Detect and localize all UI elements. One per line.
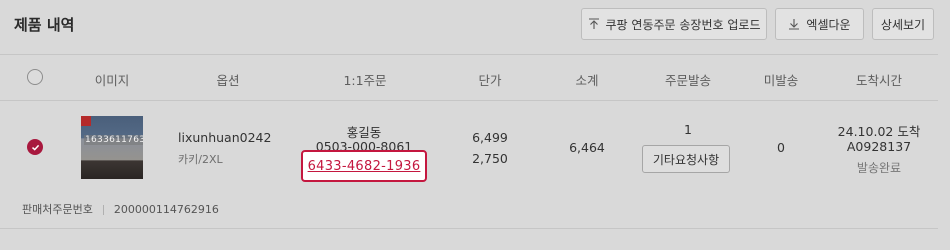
column-header-image: 이미지 [94, 73, 130, 88]
shipped-count: 1 [684, 122, 692, 137]
upload-icon [588, 18, 599, 29]
tracking-number-link[interactable]: 6433-4682-1936 [301, 150, 427, 182]
product-thumbnail[interactable]: 1633611763 [81, 116, 143, 179]
detail-view-label: 상세보기 [880, 17, 926, 32]
subtotal: 6,464 [569, 140, 605, 155]
divider [0, 100, 938, 101]
other-requests-button[interactable]: 기타요청사항 [642, 145, 730, 173]
seller-order-value: 200000114762916 [113, 203, 219, 216]
option-detail: 카키/2XL [178, 153, 223, 166]
column-header-option: 옵션 [216, 73, 240, 88]
column-header-subtotal: 소계 [575, 73, 599, 88]
select-all-radio[interactable] [27, 69, 43, 85]
column-header-shipping: 주문발송 [664, 73, 712, 88]
arrival-code: A0928137 [846, 139, 912, 154]
coupang-upload-label: 쿠팡 연동주문 송장번호 업로드 [605, 17, 761, 32]
seller-order-label: 판매처주문번호 [22, 203, 93, 216]
column-header-unshipped: 미발송 [763, 73, 799, 88]
column-header-unit-price: 단가 [478, 73, 502, 88]
check-icon [31, 144, 39, 151]
thumbnail-corner-mark [81, 116, 91, 126]
panel-header: 제품 내역 쿠팡 연동주문 송장번호 업로드 엑셀다운 상세보기 [0, 0, 950, 52]
divider [0, 228, 938, 229]
divider [0, 54, 938, 55]
option-name: lixunhuan0242 [178, 130, 272, 145]
excel-download-label: 엑셀다운 [806, 17, 851, 32]
excel-download-button[interactable]: 엑셀다운 [775, 8, 864, 40]
column-header-arrival: 도착시간 [855, 73, 903, 88]
unit-price-secondary: 2,750 [472, 151, 508, 166]
page-title: 제품 내역 [14, 16, 75, 34]
unit-price: 6,499 [472, 130, 508, 145]
separator [102, 205, 104, 215]
coupang-upload-button[interactable]: 쿠팡 연동주문 송장번호 업로드 [581, 8, 767, 40]
unshipped-count: 0 [777, 140, 785, 155]
arrival-date: 24.10.02 도착 [837, 124, 921, 139]
detail-view-button[interactable]: 상세보기 [872, 8, 934, 40]
thumbnail-watermark: 1633611763 [84, 135, 143, 145]
other-requests-label: 기타요청사항 [652, 152, 720, 167]
shipping-status: 발송완료 [856, 161, 902, 175]
row-select-radio[interactable] [27, 139, 43, 155]
download-icon [789, 19, 800, 30]
column-header-order: 1:1주문 [343, 73, 387, 88]
seller-order-number: 판매처주문번호 200000114762916 [22, 201, 219, 217]
tracking-number-text: 6433-4682-1936 [307, 158, 421, 174]
